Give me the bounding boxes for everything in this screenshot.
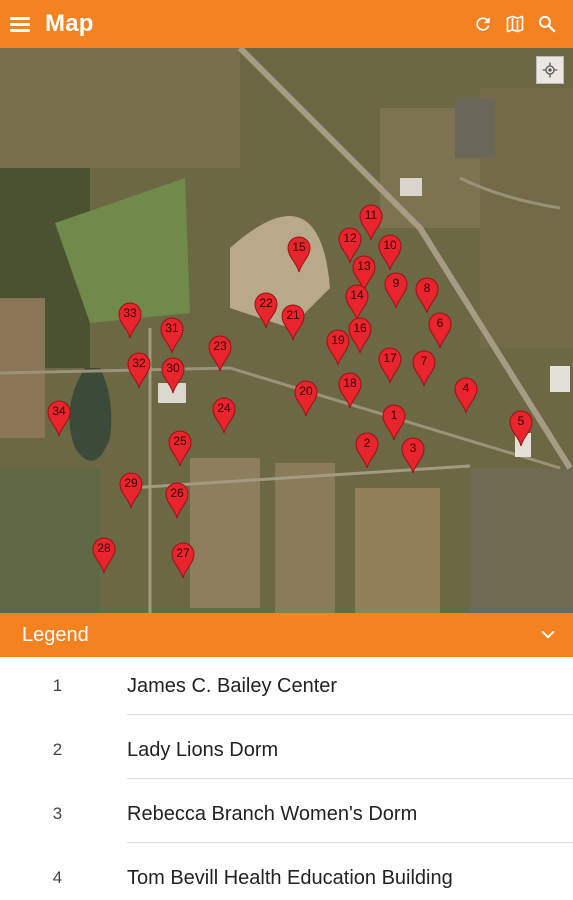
map-pin-number: 2 bbox=[363, 436, 371, 450]
map-pin-32[interactable]: 32 bbox=[126, 351, 152, 389]
map-pin-number: 33 bbox=[123, 306, 137, 320]
app-bar: Map bbox=[0, 0, 573, 48]
map-pin-number: 3 bbox=[409, 441, 417, 455]
map-pin-33[interactable]: 33 bbox=[117, 301, 143, 339]
divider bbox=[127, 842, 573, 843]
map-pin-number: 26 bbox=[170, 486, 184, 500]
map-pin-3[interactable]: 3 bbox=[400, 436, 426, 474]
map-pin-21[interactable]: 21 bbox=[280, 303, 306, 341]
divider bbox=[127, 714, 573, 715]
map-pin-18[interactable]: 18 bbox=[337, 371, 363, 409]
map-pin-number: 13 bbox=[357, 259, 371, 273]
map-pin-number: 8 bbox=[423, 281, 431, 295]
map-pin-4[interactable]: 4 bbox=[453, 376, 479, 414]
legend-item[interactable]: 1 James C. Bailey Center bbox=[0, 657, 573, 721]
map-pin-number: 20 bbox=[299, 384, 313, 398]
locate-button[interactable] bbox=[536, 56, 564, 84]
map-pin-number: 34 bbox=[52, 404, 66, 418]
map-pin-number: 14 bbox=[350, 288, 364, 302]
map-pin-number: 12 bbox=[343, 231, 357, 245]
map-pin-number: 1 bbox=[390, 408, 398, 422]
map-pin-34[interactable]: 34 bbox=[46, 399, 72, 437]
legend-item-name: James C. Bailey Center bbox=[127, 675, 338, 697]
map-pin-20[interactable]: 20 bbox=[293, 379, 319, 417]
map-pin-24[interactable]: 24 bbox=[211, 396, 237, 434]
map-pin-number: 22 bbox=[259, 296, 273, 310]
map-pin-8[interactable]: 8 bbox=[414, 276, 440, 314]
map-pin-5[interactable]: 5 bbox=[508, 409, 534, 447]
legend-item[interactable]: 2 Lady Lions Dorm bbox=[0, 721, 573, 785]
search-icon bbox=[538, 15, 556, 33]
map-pin-30[interactable]: 30 bbox=[160, 356, 186, 394]
menu-icon bbox=[10, 17, 30, 32]
map-pin-number: 19 bbox=[331, 333, 345, 347]
map-pin-23[interactable]: 23 bbox=[207, 334, 233, 372]
legend-list: 1 James C. Bailey Center 2 Lady Lions Do… bbox=[0, 657, 573, 900]
map-pin-2[interactable]: 2 bbox=[354, 431, 380, 469]
map-pin-number: 27 bbox=[176, 546, 190, 560]
campus-map[interactable]: 1 2 3 4 5 6 7 8 9 10 11 12 13 14 15 16 17 18 19 20 21 22 23 24 2… bbox=[0, 48, 573, 613]
refresh-button[interactable] bbox=[467, 0, 499, 48]
legend-item-number: 3 bbox=[52, 804, 63, 823]
map-pin-7[interactable]: 7 bbox=[411, 349, 437, 387]
search-button[interactable] bbox=[531, 0, 563, 48]
legend-item[interactable]: 4 Tom Bevill Health Education Building bbox=[0, 849, 573, 900]
divider bbox=[127, 778, 573, 779]
map-pin-number: 11 bbox=[364, 208, 378, 222]
legend-title: Legend bbox=[22, 623, 89, 646]
map-pin-number: 9 bbox=[392, 276, 400, 290]
map-pin-22[interactable]: 22 bbox=[253, 291, 279, 329]
map-pin-17[interactable]: 17 bbox=[377, 346, 403, 384]
map-pin-number: 29 bbox=[124, 476, 138, 490]
map-pin-number: 17 bbox=[383, 351, 397, 365]
legend-item-number: 1 bbox=[52, 676, 63, 695]
menu-button[interactable] bbox=[10, 0, 32, 48]
map-pin-number: 7 bbox=[420, 354, 428, 368]
legend-item[interactable]: 3 Rebecca Branch Women's Dorm bbox=[0, 785, 573, 849]
locate-icon bbox=[542, 62, 558, 78]
map-pin-number: 5 bbox=[517, 414, 525, 428]
map-pin-number: 32 bbox=[132, 356, 146, 370]
map-pin-25[interactable]: 25 bbox=[167, 429, 193, 467]
map-pin-19[interactable]: 19 bbox=[325, 328, 351, 366]
legend-item-number: 4 bbox=[52, 868, 63, 887]
map-pin-15[interactable]: 15 bbox=[286, 235, 312, 273]
chevron-down-icon[interactable] bbox=[537, 624, 559, 646]
map-pin-number: 24 bbox=[217, 401, 231, 415]
legend-item-name: Lady Lions Dorm bbox=[127, 739, 279, 761]
map-pin-number: 25 bbox=[173, 434, 187, 448]
map-pin-number: 31 bbox=[165, 321, 179, 335]
map-pin-28[interactable]: 28 bbox=[91, 536, 117, 574]
refresh-icon bbox=[476, 17, 490, 31]
map-pin-number: 18 bbox=[343, 376, 357, 390]
legend-item-name: Rebecca Branch Women's Dorm bbox=[127, 803, 418, 825]
map-pin-9[interactable]: 9 bbox=[383, 271, 409, 309]
legend-item-name: Tom Bevill Health Education Building bbox=[127, 867, 453, 889]
map-pin-26[interactable]: 26 bbox=[164, 481, 190, 519]
map-pin-6[interactable]: 6 bbox=[427, 311, 453, 349]
map-pin-number: 6 bbox=[436, 316, 444, 330]
legend-header[interactable]: Legend bbox=[0, 613, 573, 657]
map-view-button[interactable] bbox=[499, 0, 531, 48]
legend-item-number: 2 bbox=[52, 740, 63, 759]
map-pin-number: 15 bbox=[292, 240, 306, 254]
map-icon bbox=[506, 15, 524, 33]
map-pin-27[interactable]: 27 bbox=[170, 541, 196, 579]
page-title: Map bbox=[45, 10, 94, 37]
map-pin-number: 30 bbox=[166, 361, 180, 375]
map-pin-29[interactable]: 29 bbox=[118, 471, 144, 509]
map-pin-number: 23 bbox=[213, 339, 227, 353]
map-pin-31[interactable]: 31 bbox=[159, 316, 185, 354]
map-pin-number: 21 bbox=[286, 308, 300, 322]
map-pin-number: 4 bbox=[462, 381, 470, 395]
map-pin-number: 28 bbox=[97, 541, 111, 555]
